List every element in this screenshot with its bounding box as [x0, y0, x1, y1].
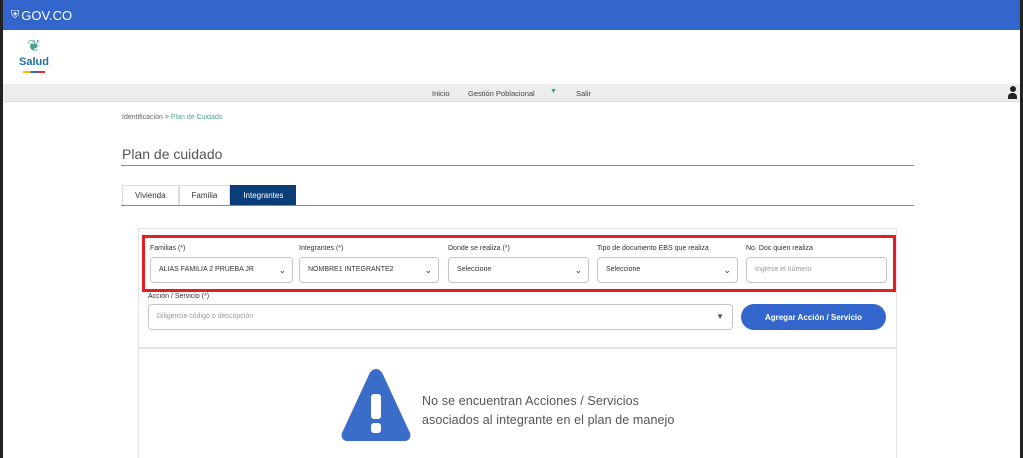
tipo-doc-value: Seleccione	[606, 266, 641, 273]
integrantes-label: Integrantes (*)	[299, 245, 344, 252]
donde-value: Seleccione	[457, 266, 492, 273]
menu-item-gestion-poblacional[interactable]: Gestión Poblacional	[468, 89, 535, 98]
gov-shield-icon: ⛨	[11, 8, 20, 21]
familias-label: Familias (*)	[150, 245, 186, 252]
chevron-down-icon: ⌄	[424, 265, 432, 275]
familias-value: ALIAS FAMILIA 2 PRUEBA JR	[159, 266, 254, 273]
tipo-doc-select[interactable]: Seleccione ⌄	[597, 257, 738, 283]
chevron-down-icon: ⌄	[278, 265, 286, 275]
no-doc-placeholder: Ingrese el número	[755, 266, 812, 273]
gov-brand-link[interactable]: GOV.CO	[21, 8, 72, 23]
page-title: Plan de cuidado	[122, 146, 223, 162]
breadcrumb-separator: >	[164, 114, 169, 121]
donde-label: Donde se realiza (*)	[448, 245, 510, 252]
breadcrumb: Identificación > Plan de Cuidado	[122, 114, 223, 121]
tab-familia[interactable]: Familia	[178, 185, 231, 205]
top-menu: Inicio Gestión Poblacional ▼ Salir	[3, 84, 1020, 102]
gov-header-bar: ⛨ GOV.CO	[3, 0, 1020, 30]
accion-placeholder: Diligencie código o descripción	[157, 313, 254, 320]
salud-logo[interactable]: ❦ Salud	[14, 38, 54, 78]
tab-vivienda[interactable]: Vivienda	[122, 185, 179, 205]
breadcrumb-current: Plan de Cuidado	[170, 114, 223, 121]
breadcrumb-identificacion[interactable]: Identificación	[122, 114, 163, 121]
no-doc-label: No. Doc quien realiza	[746, 245, 813, 252]
user-icon[interactable]	[1008, 86, 1017, 99]
integrantes-value: NOMBRE1 INTEGRANTE2	[308, 266, 394, 273]
empty-state-message: No se encuentran Acciones / Servicios as…	[422, 392, 675, 430]
warning-icon	[341, 369, 411, 441]
empty-state-line-1: No se encuentran Acciones / Servicios	[422, 394, 640, 408]
chevron-down-icon[interactable]: ▼	[550, 88, 557, 95]
accion-label: Acción / Servicio (*)	[148, 293, 210, 300]
tabs-divider	[121, 205, 914, 206]
add-accion-servicio-button[interactable]: Agregar Acción / Servicio	[741, 304, 886, 330]
donde-select[interactable]: Seleccione ⌄	[448, 257, 589, 283]
integrantes-select[interactable]: NOMBRE1 INTEGRANTE2 ⌄	[299, 257, 439, 283]
chevron-down-icon: ⌄	[723, 265, 731, 275]
empty-state-line-2: asociados al integrante en el plan de ma…	[422, 413, 675, 427]
title-divider	[121, 165, 914, 166]
familias-select[interactable]: ALIAS FAMILIA 2 PRUEBA JR ⌄	[150, 257, 293, 283]
no-doc-input[interactable]: Ingrese el número	[746, 257, 887, 283]
caret-down-icon: ▼	[716, 312, 724, 321]
flag-stripe	[23, 71, 45, 73]
salud-leaf-icon: ❦	[27, 38, 41, 55]
salud-logo-text: Salud	[19, 56, 49, 68]
tab-integrantes[interactable]: Integrantes	[230, 185, 297, 205]
chevron-down-icon: ⌄	[574, 265, 582, 275]
tab-bar: Vivienda Familia Integrantes	[122, 185, 297, 205]
menu-item-salir[interactable]: Salir	[576, 89, 591, 98]
accion-servicio-select[interactable]: Diligencie código o descripción ▼	[148, 304, 733, 330]
tipo-doc-label: Tipo de documento EBS que realiza	[597, 245, 709, 252]
menu-item-inicio[interactable]: Inicio	[432, 89, 450, 98]
